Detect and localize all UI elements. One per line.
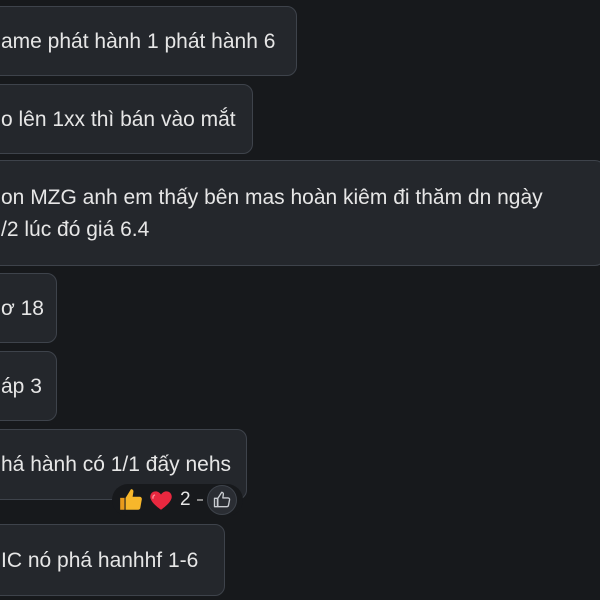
message-bubble[interactable]: on MZG anh em thấy bên mas hoàn kiêm đi … — [0, 160, 600, 266]
message-bubble[interactable]: ame phát hành 1 phát hành 6 — [0, 6, 297, 76]
message-text: IC nó phá hanhhf 1-6 — [1, 549, 199, 572]
message-text: áp 3 — [1, 375, 42, 398]
message-text: há hành có 1/1 đấy nehs — [1, 453, 232, 476]
heart-icon[interactable] — [148, 487, 174, 513]
message-text: o lên 1xx thì bán vào mắt — [1, 108, 236, 131]
reaction-bar[interactable]: 2 — [112, 484, 243, 516]
chat-thread: ame phát hành 1 phát hành 6 o lên 1xx th… — [0, 0, 600, 600]
message-text-line: on MZG anh em thấy bên mas hoàn kiêm đi … — [1, 186, 543, 209]
reaction-divider — [196, 499, 203, 501]
message-text: ơ 18 — [1, 297, 44, 320]
thumbs-up-outline-icon — [213, 491, 230, 508]
add-reaction-button[interactable] — [206, 485, 237, 515]
reaction-count: 2 — [180, 489, 191, 510]
thumbs-up-icon[interactable] — [118, 487, 144, 513]
message-bubble[interactable]: ơ 18 — [0, 273, 57, 343]
message-bubble[interactable]: o lên 1xx thì bán vào mắt — [0, 84, 253, 154]
message-text-line: /2 lúc đó giá 6.4 — [1, 218, 150, 241]
message-bubble[interactable]: IC nó phá hanhhf 1-6 — [0, 524, 225, 596]
message-text: ame phát hành 1 phát hành 6 — [1, 30, 276, 53]
message-bubble[interactable]: áp 3 — [0, 351, 57, 421]
